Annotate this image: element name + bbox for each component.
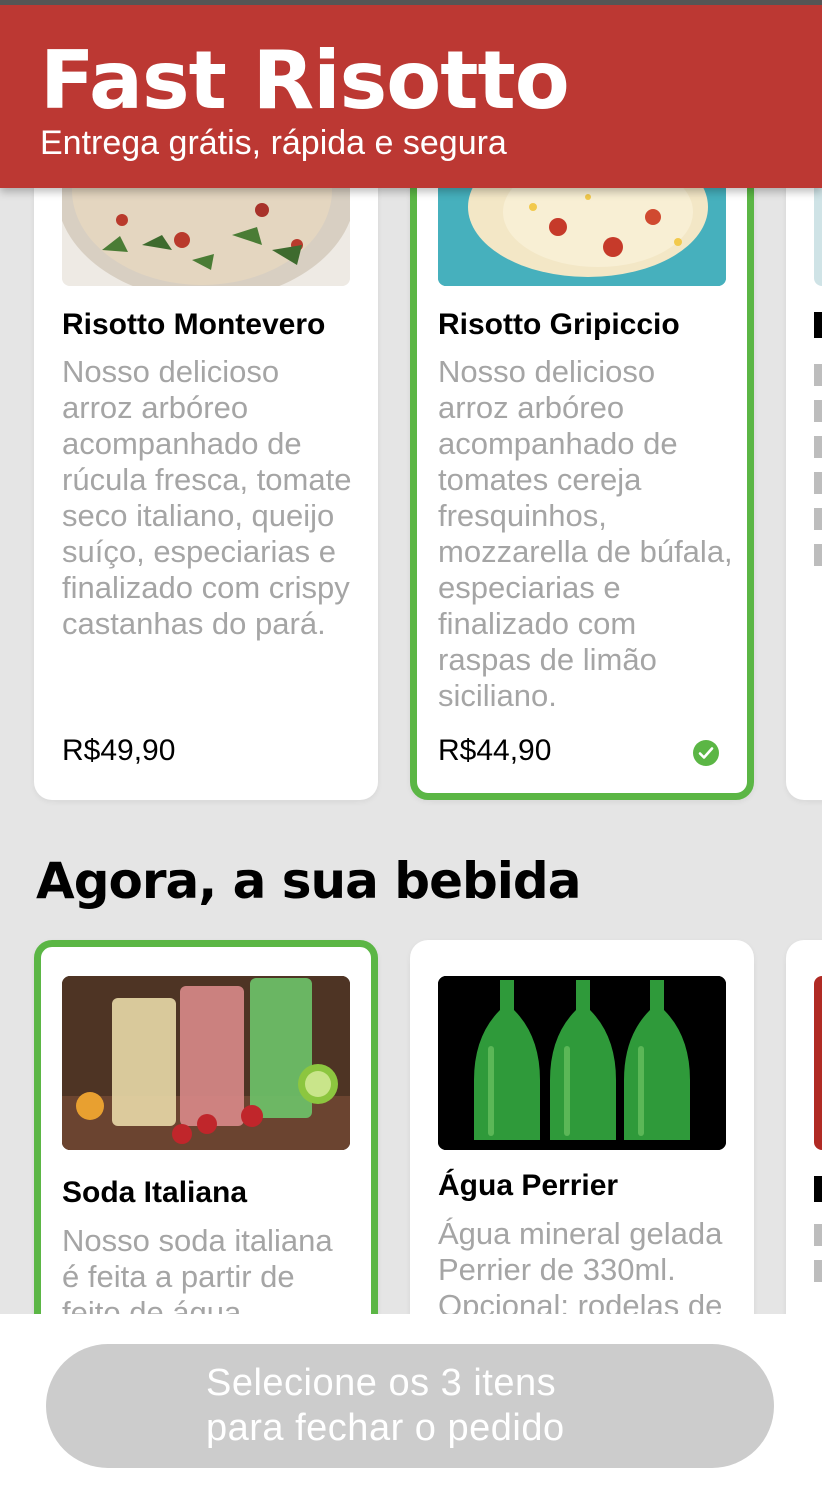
dish-card-partial[interactable]	[786, 150, 822, 800]
partial-card-text	[814, 308, 822, 728]
checkout-button[interactable]: Selecione os 3 itens para fechar o pedid…	[46, 1344, 774, 1468]
dish-card-gripiccio[interactable]: Risotto Gripiccio Nosso delicioso arroz …	[410, 150, 754, 800]
app-title: Fast Risotto	[40, 34, 570, 127]
drink-description: Água mineral gelada Perrier de 330ml. Op…	[438, 1216, 723, 1323]
dish-name: Risotto Gripiccio	[438, 308, 680, 341]
app-subtitle: Entrega grátis, rápida e segura	[40, 124, 507, 162]
drink-card-soda-italiana[interactable]: Soda Italiana Nosso soda italiana é feit…	[34, 940, 378, 1360]
drink-image-soda	[62, 976, 350, 1150]
check-circle-icon	[693, 740, 719, 766]
soda-glasses-image	[62, 976, 350, 1150]
checkout-button-line1: Selecione os 3 itens	[206, 1362, 557, 1404]
dish-description: Nosso delicioso arroz arbóreo acompanhad…	[438, 354, 733, 713]
window-top-edge	[0, 0, 822, 5]
drink-card-partial[interactable]	[786, 940, 822, 1360]
dish-price: R$44,90	[438, 734, 552, 767]
bottom-bar: Selecione os 3 itens para fechar o pedid…	[0, 1314, 822, 1490]
perrier-bottles-image	[438, 976, 726, 1150]
app-header: Fast Risotto Entrega grátis, rápida e se…	[0, 5, 822, 188]
app-screen: Risotto Montevero Nosso delicioso arroz …	[0, 0, 822, 1490]
drink-image-perrier	[438, 976, 726, 1150]
dish-card-montevero[interactable]: Risotto Montevero Nosso delicioso arroz …	[34, 150, 378, 800]
partial-card-text	[814, 1176, 822, 1296]
drink-image-partial	[814, 976, 822, 1150]
dish-price: R$49,90	[62, 734, 176, 767]
dish-name: Risotto Montevero	[62, 308, 326, 341]
checkout-button-line2: para fechar o pedido	[206, 1407, 565, 1449]
drink-name: Soda Italiana	[62, 1176, 248, 1209]
drink-card-agua-perrier[interactable]: Água Perrier Água mineral gelada Perrier…	[410, 940, 754, 1360]
drink-name: Água Perrier	[438, 1169, 619, 1202]
drinks-section-title: Agora, a sua bebida	[36, 852, 581, 910]
dish-description: Nosso delicioso arroz arbóreo acompanhad…	[62, 354, 352, 641]
